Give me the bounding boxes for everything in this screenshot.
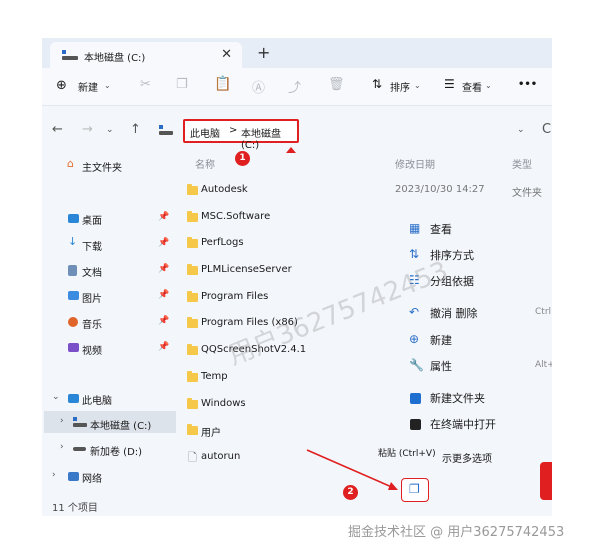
annotation-arrow [306,449,398,490]
footer-credit: 掘金技术社区 @ 用户36275742453 [348,525,565,540]
file-explorer-window: 本地磁盘 (C:) ✕ + ⊕ 新建 ⌄ ✂ ❐ 📋 Ⓐ ⤴ 🗑 ⇅ 排序 ⌄ … [42,38,552,516]
